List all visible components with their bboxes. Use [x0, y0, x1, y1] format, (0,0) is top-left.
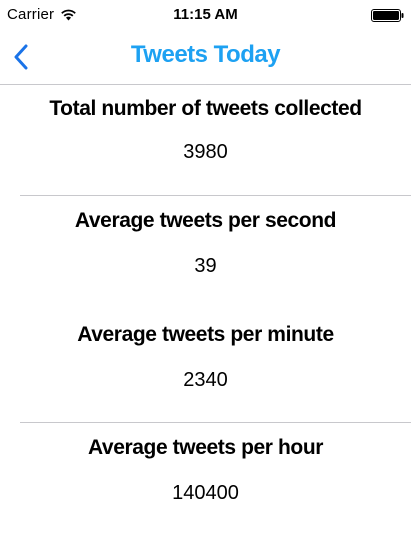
status-time: 11:15 AM — [173, 6, 238, 23]
page-title: Tweets Today — [130, 41, 281, 68]
divider — [20, 195, 411, 196]
stat-total-tweets: Total number of tweets collected 3980 — [0, 94, 411, 196]
stat-value: 39 — [194, 255, 217, 277]
stat-tweets-per-hour: Average tweets per hour 140400 — [0, 433, 411, 537]
stat-tweets-per-second: Average tweets per second 39 — [0, 206, 411, 310]
stat-value: 2340 — [183, 369, 228, 391]
stat-tweets-per-minute: Average tweets per minute 2340 — [0, 320, 411, 423]
status-bar: Carrier 11:15 AM — [0, 0, 411, 32]
stat-label: Average tweets per minute — [77, 323, 334, 346]
stat-label: Average tweets per second — [74, 209, 337, 232]
navigation-bar: Tweets Today — [0, 32, 411, 85]
stat-label: Average tweets per hour — [87, 436, 324, 459]
stat-label: Total number of tweets collected — [49, 97, 362, 120]
stat-value: 3980 — [183, 141, 228, 163]
stats-list: Total number of tweets collected 3980 Av… — [0, 85, 411, 537]
battery-icon — [371, 9, 404, 22]
stat-value: 140400 — [172, 482, 239, 504]
divider — [20, 422, 411, 423]
